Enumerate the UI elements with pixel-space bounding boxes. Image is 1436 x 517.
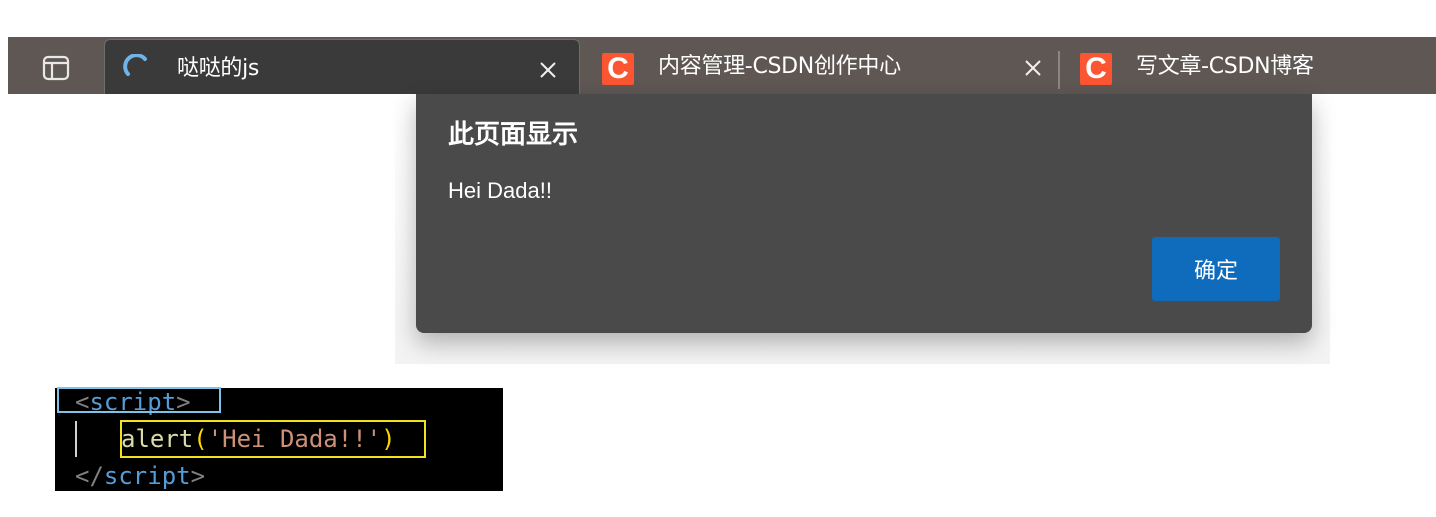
tab-close-button[interactable] <box>535 57 561 83</box>
dialog-title: 此页面显示 <box>448 120 579 150</box>
tab-title: 写文章-CSDN博客 <box>1136 54 1314 79</box>
indent-guide <box>75 421 77 457</box>
highlight-box-script-tag <box>57 387 221 413</box>
alert-dialog: 此页面显示 Hei Dada!! 确定 <box>416 94 1312 333</box>
tab-write-article[interactable]: C 写文章-CSDN博客 <box>1064 37 1436 94</box>
tab-separator <box>1058 51 1060 89</box>
close-icon <box>540 62 556 78</box>
tab-title: 哒哒的js <box>177 56 260 81</box>
csdn-icon: C <box>602 53 634 85</box>
tab-dada-js[interactable]: 哒哒的js <box>104 39 580 94</box>
code-line-close-script: </script> <box>75 461 205 491</box>
tab-content-management[interactable]: C 内容管理-CSDN创作中心 <box>586 37 1056 94</box>
browser-tab-strip: 哒哒的js C 内容管理-CSDN创作中心 C 写文章-CSDN博客 <box>8 37 1436 94</box>
code-token: </ <box>75 462 104 490</box>
code-token: > <box>190 462 206 490</box>
close-icon <box>1025 60 1041 76</box>
ok-button[interactable]: 确定 <box>1152 237 1280 301</box>
code-token: script <box>103 462 191 490</box>
tab-actions-icon <box>42 55 70 81</box>
loading-spinner-icon <box>121 52 153 84</box>
tab-title: 内容管理-CSDN创作中心 <box>658 54 901 79</box>
screenshot-root: 哒哒的js C 内容管理-CSDN创作中心 C 写文章-CSDN博客 此页面显示… <box>0 0 1436 517</box>
dialog-message: Hei Dada!! <box>448 178 552 203</box>
highlight-box-alert-call <box>120 420 426 458</box>
tab-close-button[interactable] <box>1020 55 1046 81</box>
tab-actions-button[interactable] <box>38 52 74 84</box>
csdn-icon: C <box>1080 53 1112 85</box>
